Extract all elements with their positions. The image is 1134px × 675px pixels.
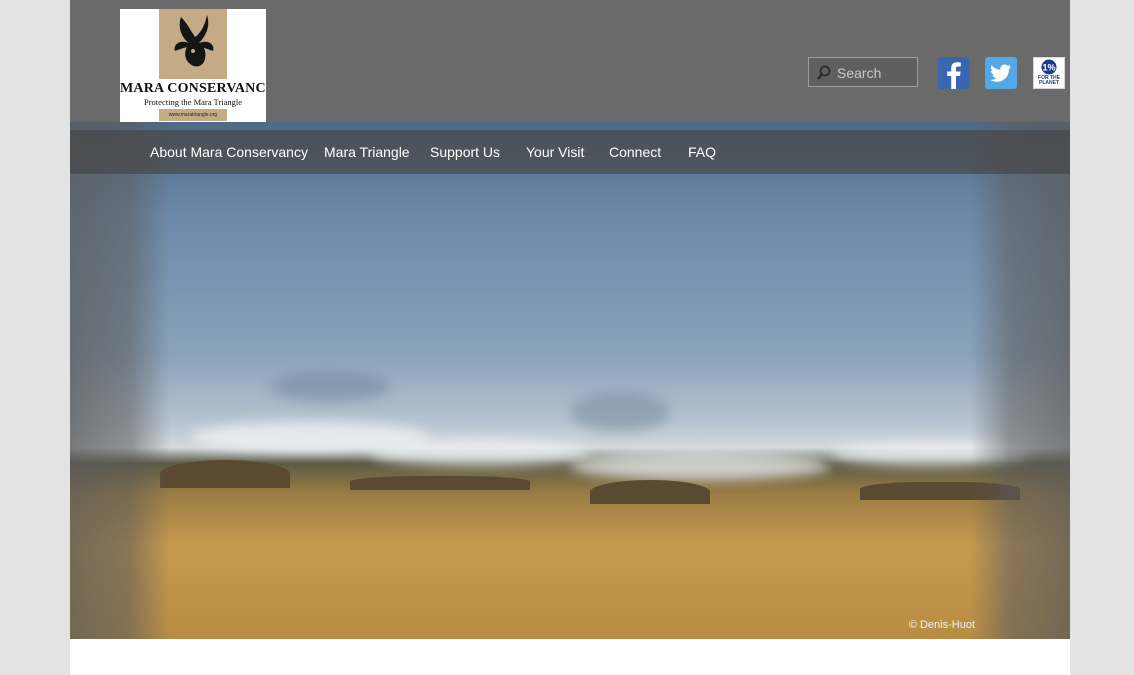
logo-tagline: Protecting the Mara Triangle [144,97,242,107]
nav-item-about[interactable]: About Mara Conservancy [150,130,308,174]
search-box[interactable] [808,57,918,87]
hero-image: © Denis-Huot [70,122,1070,639]
nav-item-faq[interactable]: FAQ [688,130,716,174]
page: MARA CONSERVANCY Protecting the Mara Tri… [70,0,1070,675]
logo-url: www.maratriangle.org [159,109,227,121]
facebook-link[interactable] [938,57,970,89]
search-input[interactable] [835,62,917,84]
antelope-logo-icon [159,9,227,79]
nav-item-support-us[interactable]: Support Us [430,130,500,174]
site-logo[interactable]: MARA CONSERVANCY Protecting the Mara Tri… [120,9,266,122]
nav-item-connect[interactable]: Connect [609,130,661,174]
one-percent-label: FOR THE PLANET [1038,75,1060,86]
search-icon [817,65,831,80]
nav-item-mara-triangle[interactable]: Mara Triangle [324,130,410,174]
nav-item-your-visit[interactable]: Your Visit [526,130,584,174]
facebook-icon [947,62,961,89]
photo-credit: © Denis-Huot [908,619,975,631]
main-nav: About Mara Conservancy Mara Triangle Sup… [70,130,1070,174]
svg-text:1%: 1% [1042,63,1055,73]
twitter-icon [990,64,1011,82]
one-percent-planet-link[interactable]: 1% FOR THE PLANET [1033,57,1065,89]
twitter-link[interactable] [985,57,1017,89]
logo-title: MARA CONSERVANCY [120,81,266,96]
one-percent-planet-icon: 1% [1041,59,1057,75]
site-header: MARA CONSERVANCY Protecting the Mara Tri… [70,0,1070,122]
